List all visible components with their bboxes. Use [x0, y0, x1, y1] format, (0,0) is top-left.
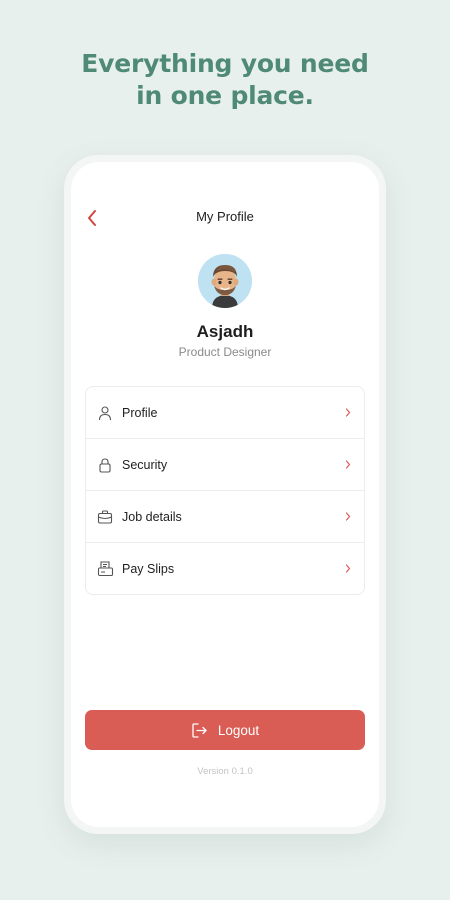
top-bar: My Profile: [71, 206, 379, 230]
headline-line-2: in one place.: [136, 81, 314, 110]
logout-button[interactable]: Logout: [85, 710, 365, 750]
menu-item-job-details[interactable]: Job details: [86, 491, 364, 543]
chevron-right-icon: [344, 460, 352, 470]
menu-item-label: Profile: [122, 405, 158, 420]
phone-screen: My Profile Asjadh Product Designer Profi…: [71, 162, 379, 827]
menu-item-label: Pay Slips: [122, 561, 175, 576]
profile-menu: Profile Security Job details Pay Slips: [85, 386, 365, 595]
phone-mockup: My Profile Asjadh Product Designer Profi…: [64, 155, 386, 834]
briefcase-icon: [96, 508, 114, 526]
avatar: [198, 254, 252, 308]
user-icon: [96, 404, 114, 422]
logout-icon: [191, 721, 209, 739]
menu-item-profile[interactable]: Profile: [86, 387, 364, 439]
logout-label: Logout: [217, 722, 260, 738]
headline: Everything you need in one place.: [0, 48, 450, 112]
menu-item-security[interactable]: Security: [86, 439, 364, 491]
payslip-icon: [96, 560, 114, 578]
headline-line-1: Everything you need: [81, 49, 369, 78]
chevron-right-icon: [344, 564, 352, 574]
lock-icon: [96, 456, 114, 474]
avatar-memoji-icon: [198, 254, 252, 308]
version-text: Version 0.1.0: [197, 766, 253, 777]
menu-item-label: Job details: [122, 509, 182, 524]
chevron-right-icon: [344, 512, 352, 522]
page-title: My Profile: [196, 209, 254, 224]
menu-item-label: Security: [122, 457, 168, 472]
user-role: Product Designer: [178, 345, 272, 359]
chevron-right-icon: [344, 408, 352, 418]
menu-item-pay-slips[interactable]: Pay Slips: [86, 543, 364, 594]
user-name: Asjadh: [196, 322, 254, 341]
